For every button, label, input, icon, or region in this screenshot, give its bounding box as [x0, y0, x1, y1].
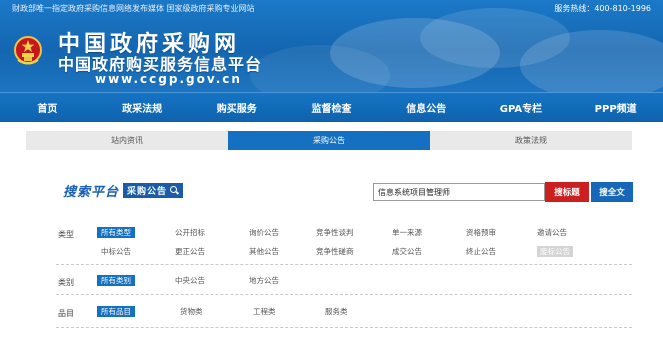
filter-type-competitive-consultation[interactable]: 竞争性磋商 [316, 246, 354, 257]
nav-item-regulations[interactable]: 政采法规 [95, 93, 190, 122]
main-nav: 首页 政采法规 购买服务 监督检查 信息公告 GPA专栏 PPP频道 [0, 92, 663, 122]
filter-type-single-source[interactable]: 单一来源 [392, 227, 422, 238]
filter-type-failed-bid[interactable]: 废标公告 [537, 246, 573, 257]
nav-item-gpa[interactable]: GPA专栏 [474, 93, 569, 122]
filter-type-other[interactable]: 其他公告 [249, 246, 279, 257]
filter-type-all[interactable]: 所有类型 [97, 227, 135, 238]
filter-category-all[interactable]: 所有类别 [97, 275, 135, 286]
filter-item-goods[interactable]: 货物类 [180, 306, 203, 317]
filter-item-services[interactable]: 服务类 [325, 306, 348, 317]
filter-type-termination[interactable]: 终止公告 [466, 246, 496, 257]
tab-site-news[interactable]: 站内资讯 [26, 131, 228, 150]
site-url: www.ccgp.gov.cn [95, 72, 242, 86]
filter-type-prequalification[interactable]: 资格预审 [466, 227, 496, 238]
search-scope-tag: 采购公告 [123, 182, 184, 198]
tab-procurement-announcements[interactable]: 采购公告 [228, 131, 430, 150]
filter-type-open-tender[interactable]: 公开招标 [175, 227, 205, 238]
nav-item-announcements[interactable]: 信息公告 [379, 93, 474, 122]
search-platform-title: 搜索平台 [63, 184, 120, 200]
search-input[interactable] [373, 183, 545, 201]
tab-policies[interactable]: 政策法规 [430, 131, 632, 150]
sub-tabs: 站内资讯 采购公告 政策法规 [26, 131, 632, 150]
nav-item-ppp[interactable]: PPP频道 [568, 93, 663, 122]
filter-type-deal[interactable]: 成交公告 [392, 246, 422, 257]
filter-divider [56, 264, 632, 265]
filter-type-invitation[interactable]: 邀请公告 [537, 227, 567, 238]
search-fulltext-button[interactable]: 搜全文 [591, 182, 633, 202]
filter-label-item: 品目 [58, 309, 74, 318]
filter-divider [56, 327, 632, 328]
search-icon [170, 185, 179, 195]
filter-type-correction[interactable]: 更正公告 [175, 246, 205, 257]
filter-type-inquiry[interactable]: 询价公告 [249, 227, 279, 238]
nav-item-purchase-services[interactable]: 购买服务 [189, 93, 284, 122]
filter-category-central[interactable]: 中央公告 [175, 275, 205, 286]
filter-item-engineering[interactable]: 工程类 [253, 306, 276, 317]
filter-divider [56, 294, 632, 295]
search-scope-label: 采购公告 [127, 186, 168, 197]
search-title-button[interactable]: 搜标题 [545, 182, 589, 202]
service-hotline: 服务热线：400-810-1996 [554, 4, 651, 13]
filter-label-type: 类型 [58, 230, 74, 239]
top-notice: 财政部唯一指定政府采购信息网络发布媒体 国家级政府采购专业网站 [12, 4, 255, 13]
filter-type-competitive-negotiation[interactable]: 竞争性谈判 [316, 227, 354, 238]
filter-category-local[interactable]: 地方公告 [249, 275, 279, 286]
search-platform-logo: 搜索平台 采购公告 [63, 182, 184, 200]
filter-label-category: 类别 [58, 278, 74, 287]
national-emblem-icon [14, 36, 42, 65]
nav-item-supervision[interactable]: 监督检查 [284, 93, 379, 122]
site-header: 财政部唯一指定政府采购信息网络发布媒体 国家级政府采购专业网站 服务热线：400… [0, 0, 663, 92]
filter-item-all[interactable]: 所有品目 [97, 306, 135, 317]
top-strip: 财政部唯一指定政府采购信息网络发布媒体 国家级政府采购专业网站 服务热线：400… [0, 0, 663, 16]
filter-type-award[interactable]: 中标公告 [101, 246, 131, 257]
nav-item-home[interactable]: 首页 [0, 93, 95, 122]
